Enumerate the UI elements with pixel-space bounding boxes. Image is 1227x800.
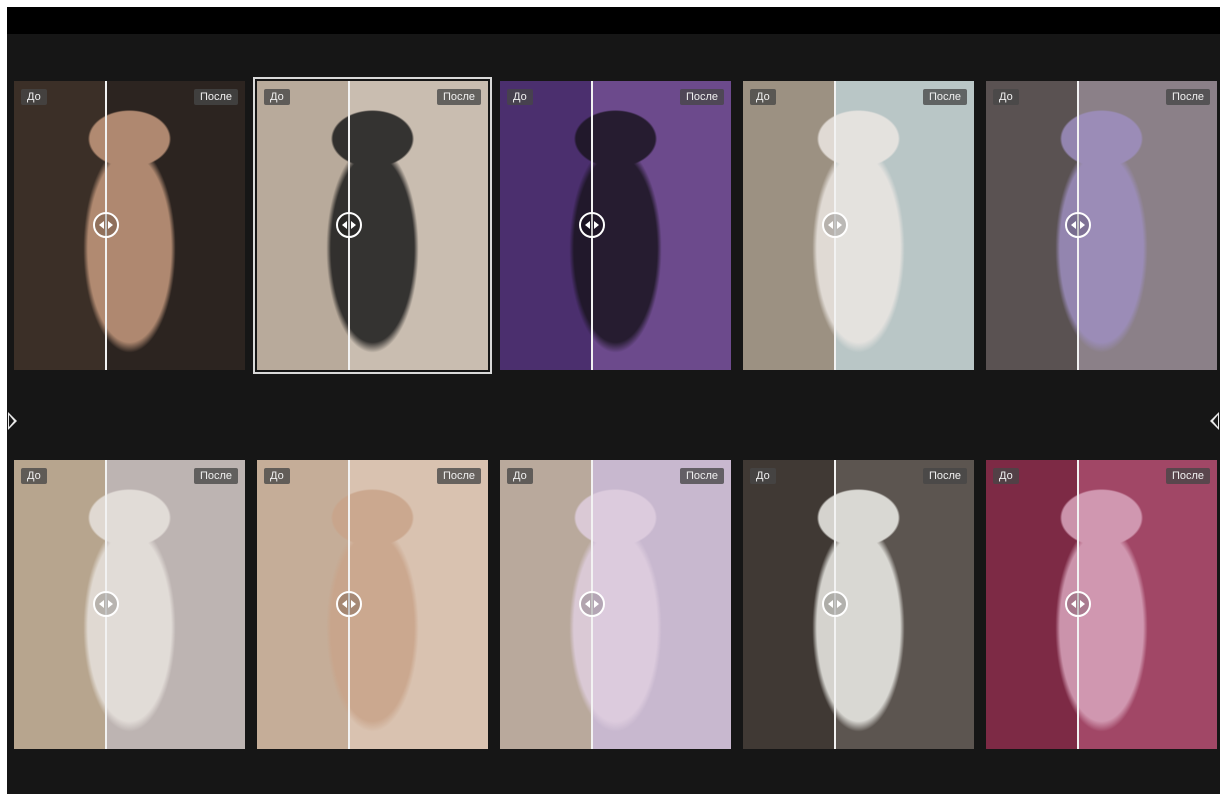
before-after-card[interactable]: До После	[743, 81, 974, 370]
arrow-left-icon	[99, 221, 104, 229]
photo-subject	[257, 81, 488, 370]
slider-handle-icon[interactable]	[336, 591, 362, 617]
arrow-right-icon	[594, 221, 599, 229]
arrow-right-icon	[594, 600, 599, 608]
arrow-right-icon	[837, 221, 842, 229]
previous-arrow-icon[interactable]	[8, 412, 17, 430]
arrow-right-icon	[1080, 600, 1085, 608]
arrow-left-icon	[1071, 600, 1076, 608]
photo-subject	[14, 81, 245, 370]
slider-handle-icon[interactable]	[822, 591, 848, 617]
before-badge: До	[750, 468, 776, 484]
after-badge: После	[922, 468, 967, 484]
arrow-left-icon	[828, 221, 833, 229]
arrow-left-icon	[342, 221, 347, 229]
top-bar	[7, 7, 1220, 34]
after-badge: После	[679, 468, 724, 484]
before-after-card[interactable]: До После	[257, 460, 488, 749]
after-badge: После	[679, 89, 724, 105]
before-badge: До	[507, 89, 533, 105]
arrow-left-icon	[828, 600, 833, 608]
slider-handle-icon[interactable]	[1065, 212, 1091, 238]
after-badge: После	[1165, 468, 1210, 484]
arrow-left-icon	[585, 221, 590, 229]
before-badge: До	[264, 468, 290, 484]
before-badge: До	[21, 468, 47, 484]
slider-handle-icon[interactable]	[579, 212, 605, 238]
arrow-left-icon	[585, 600, 590, 608]
after-badge: После	[436, 468, 481, 484]
photo-subject	[743, 460, 974, 749]
after-badge: После	[1165, 89, 1210, 105]
before-after-card[interactable]: До После	[986, 460, 1217, 749]
photo-subject	[986, 81, 1217, 370]
gallery-frame: До После До После До После До После До После До Пос…	[7, 7, 1220, 794]
arrow-left-icon	[99, 600, 104, 608]
before-badge: До	[21, 89, 47, 105]
before-after-card[interactable]: До После	[14, 81, 245, 370]
before-after-card[interactable]: До После	[253, 77, 492, 374]
photo-subject	[257, 460, 488, 749]
before-badge: До	[750, 89, 776, 105]
next-arrow-icon[interactable]	[1210, 412, 1219, 430]
before-after-card[interactable]: До После	[500, 460, 731, 749]
slider-handle-icon[interactable]	[93, 591, 119, 617]
arrow-right-icon	[351, 221, 356, 229]
after-badge: После	[436, 89, 481, 105]
photo-subject	[14, 460, 245, 749]
arrow-right-icon	[351, 600, 356, 608]
before-after-card[interactable]: До После	[500, 81, 731, 370]
photo-subject	[500, 460, 731, 749]
before-after-card[interactable]: До После	[743, 460, 974, 749]
before-badge: До	[507, 468, 533, 484]
photo-subject	[500, 81, 731, 370]
arrow-right-icon	[837, 600, 842, 608]
after-badge: После	[193, 468, 238, 484]
after-badge: После	[193, 89, 238, 105]
before-badge: До	[264, 89, 290, 105]
slider-handle-icon[interactable]	[822, 212, 848, 238]
slider-handle-icon[interactable]	[336, 212, 362, 238]
slider-handle-icon[interactable]	[579, 591, 605, 617]
before-badge: До	[993, 89, 1019, 105]
arrow-right-icon	[1080, 221, 1085, 229]
arrow-right-icon	[108, 221, 113, 229]
arrow-left-icon	[342, 600, 347, 608]
arrow-left-icon	[1071, 221, 1076, 229]
after-badge: После	[922, 89, 967, 105]
arrow-right-icon	[108, 600, 113, 608]
before-after-card[interactable]: До После	[14, 460, 245, 749]
photo-subject	[986, 460, 1217, 749]
slider-handle-icon[interactable]	[93, 212, 119, 238]
photo-subject	[743, 81, 974, 370]
slider-handle-icon[interactable]	[1065, 591, 1091, 617]
before-badge: До	[993, 468, 1019, 484]
before-after-card[interactable]: До После	[986, 81, 1217, 370]
